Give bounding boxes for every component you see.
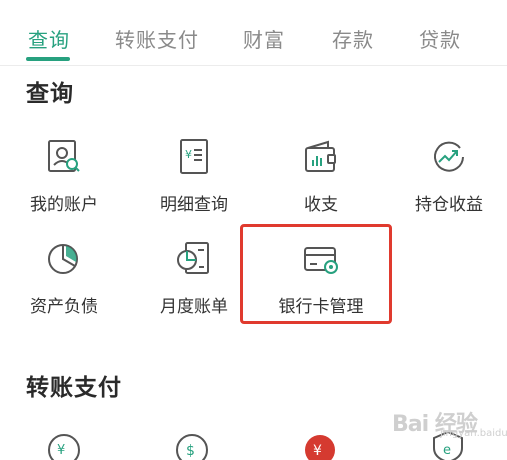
tab-wealth[interactable]: 财富: [243, 24, 285, 53]
svg-text:¥: ¥: [185, 148, 192, 161]
watermark-sub-text: jingyan.baidu.com: [440, 428, 507, 439]
svg-text:¥: ¥: [313, 443, 322, 459]
label-monthly-bill: 月度账单: [160, 297, 228, 317]
grid-item-holding-returns[interactable]: 持仓收益: [394, 138, 504, 228]
baidu-jingyan-watermark: Bai 经验 jingyan.baidu.com: [392, 406, 507, 446]
top-tab-bar: 查询 转账支付 财富 存款 贷款: [0, 0, 507, 66]
label-detail-query: 明细查询: [160, 195, 228, 215]
tab-loan[interactable]: 贷款: [419, 24, 461, 53]
label-my-account: 我的账户: [30, 195, 98, 215]
wallet-chart-icon: [305, 140, 336, 172]
growth-trend-icon: [434, 141, 464, 172]
grid-item-assets-liabilities[interactable]: 资产负债: [9, 240, 119, 330]
yuan-receipt-icon: ¥: [180, 139, 208, 174]
grid-item-monthly-bill[interactable]: 月度账单: [139, 240, 249, 330]
pie-chart-icon: [48, 244, 78, 274]
label-income-expense: 收支: [304, 195, 338, 215]
tab-query[interactable]: 查询: [28, 24, 70, 53]
highlight-box: [240, 224, 392, 324]
grid-item-my-account[interactable]: 我的账户: [9, 138, 119, 228]
tab-transfer-payment[interactable]: 转账支付: [115, 24, 199, 53]
svg-text:$: $: [186, 443, 195, 459]
tab-divider: [0, 65, 507, 66]
section-title-query: 查询: [26, 81, 74, 107]
section-title-transfer: 转账支付: [26, 375, 122, 401]
label-assets-liabilities: 资产负债: [30, 297, 98, 317]
tab-deposit[interactable]: 存款: [332, 24, 374, 53]
grid-item-detail-query[interactable]: ¥ 明细查询: [139, 138, 249, 228]
account-search-icon: [48, 140, 80, 172]
active-tab-indicator: [26, 57, 70, 61]
label-holding-returns: 持仓收益: [415, 195, 483, 215]
grid-item-income-expense[interactable]: 收支: [266, 138, 376, 228]
monthly-bill-icon: [177, 242, 209, 274]
